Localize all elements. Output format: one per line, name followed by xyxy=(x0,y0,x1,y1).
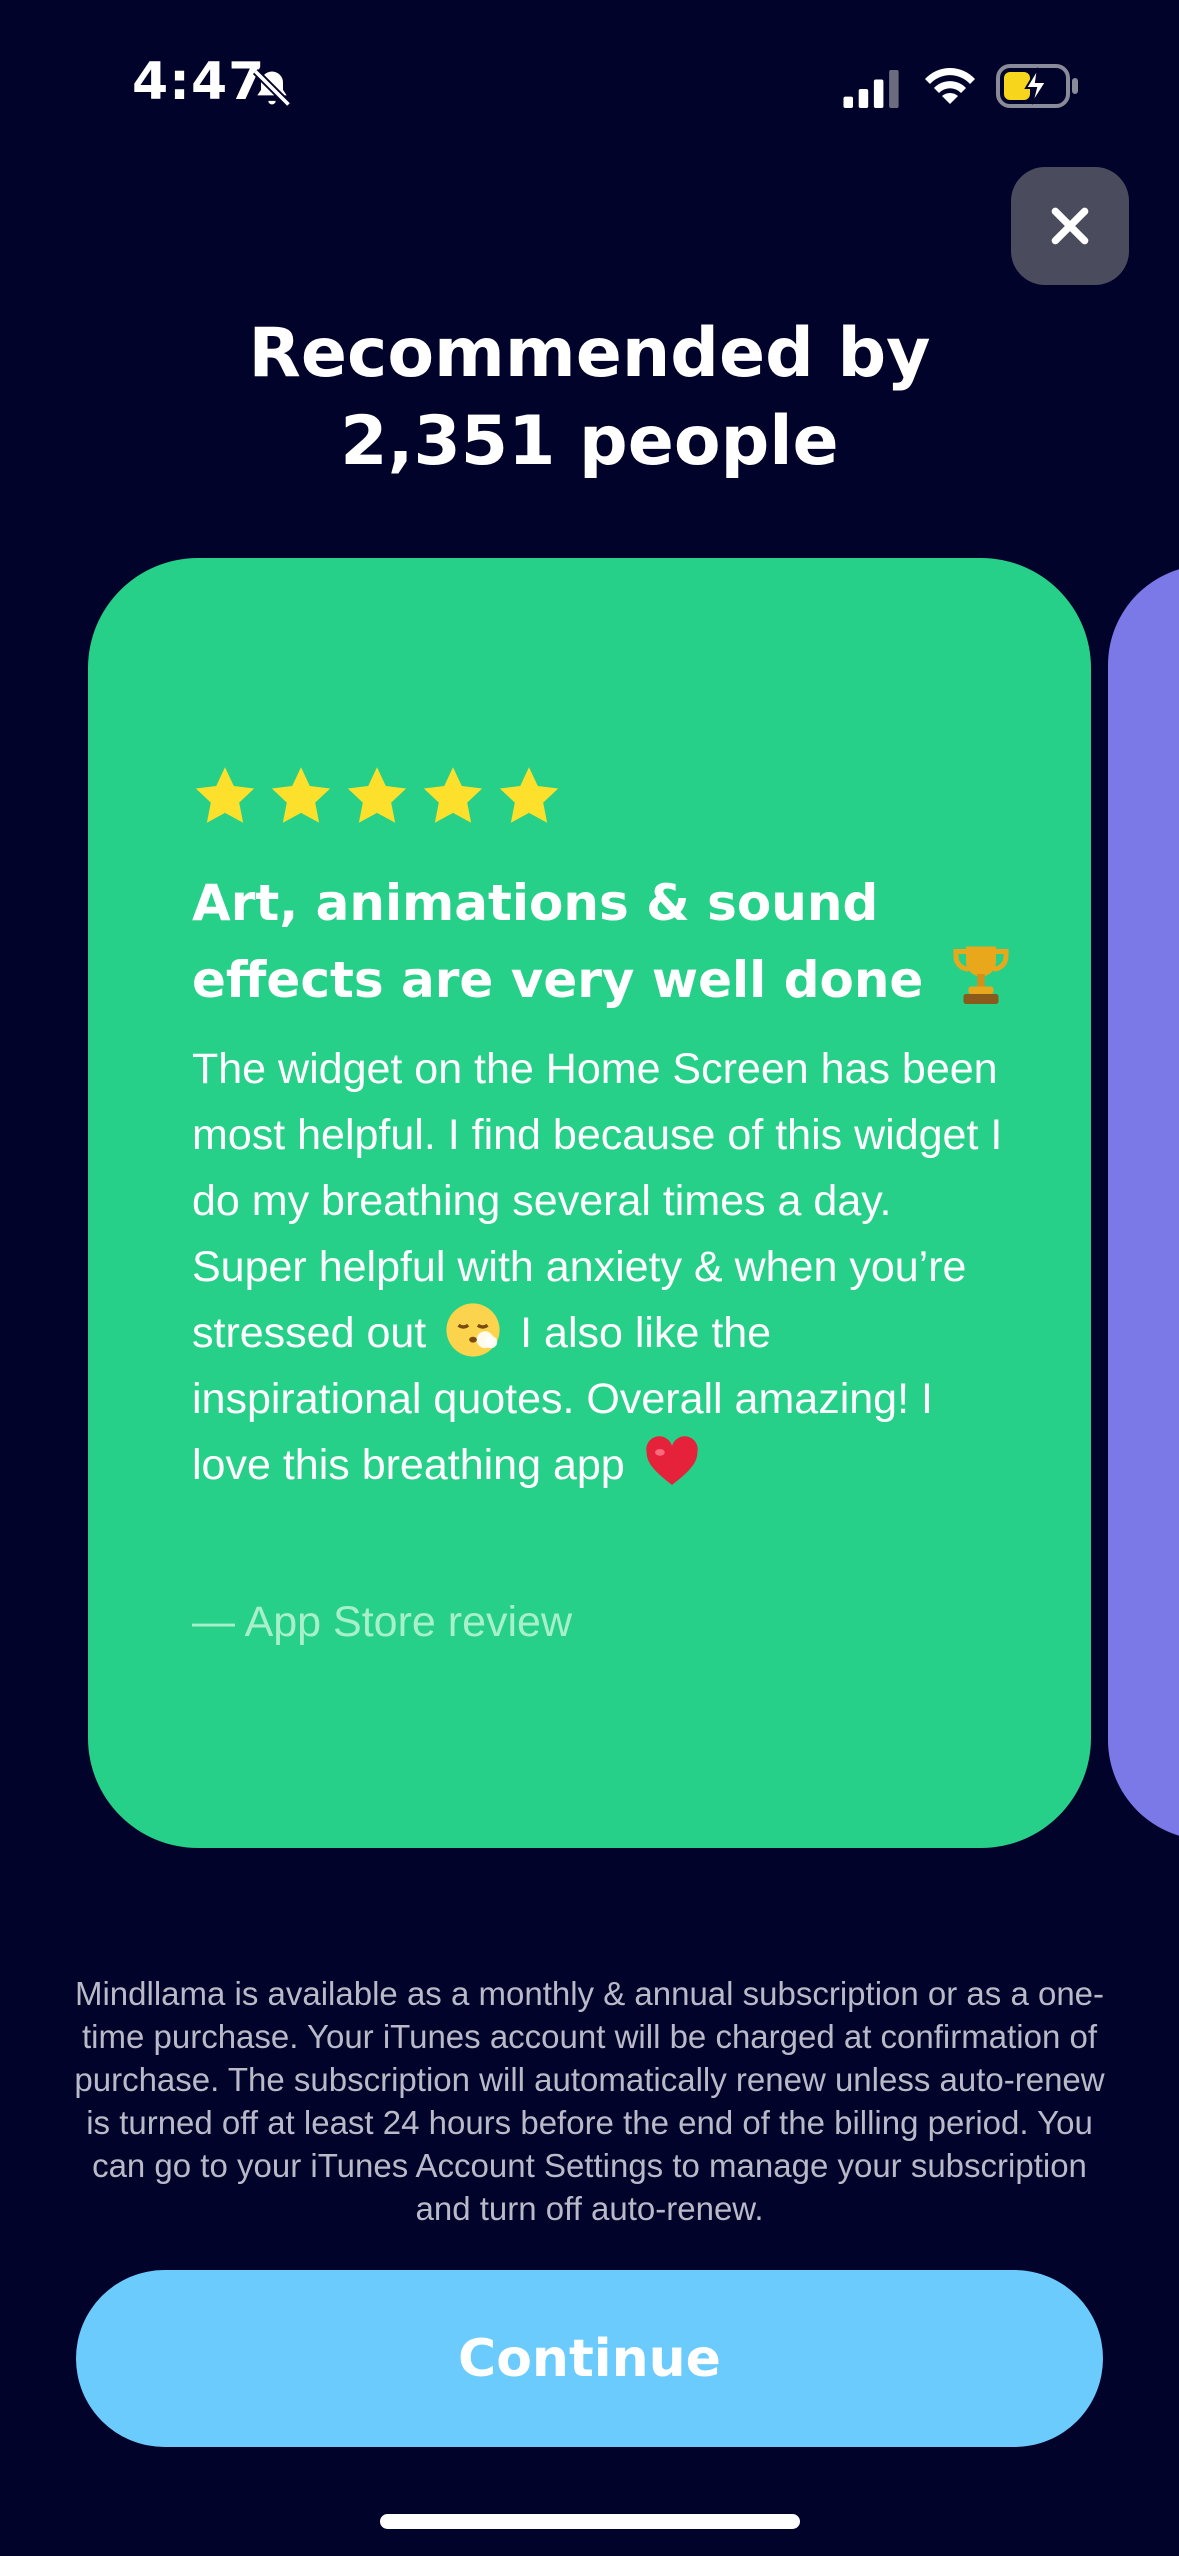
signal-icon xyxy=(843,70,899,108)
home-indicator[interactable] xyxy=(380,2514,800,2529)
subscription-screen: 4:47 Recommended by 2,351 people Art, an… xyxy=(0,0,1179,2556)
wifi-icon xyxy=(925,68,975,104)
review-card[interactable]: Art, animations & sound effects are very… xyxy=(88,558,1091,1848)
close-icon xyxy=(1051,207,1089,245)
subscription-legal-text: Mindllama is available as a monthly & an… xyxy=(74,1975,1105,2227)
page-title-line-2: 2,351 people xyxy=(340,402,839,481)
continue-button[interactable]: Continue xyxy=(76,2270,1103,2447)
status-bar: 4:47 xyxy=(0,0,1179,170)
review-title-text: Art, animations & sound effects are very… xyxy=(192,874,941,1009)
relieved-face-icon xyxy=(446,1303,500,1357)
star-icon xyxy=(423,767,483,823)
page-title: Recommended by 2,351 people xyxy=(0,310,1179,486)
star-icon xyxy=(499,767,559,823)
star-rating xyxy=(191,763,563,831)
close-button[interactable] xyxy=(1011,167,1129,285)
trophy-icon xyxy=(953,946,1009,1004)
next-review-card[interactable] xyxy=(1108,565,1179,1840)
battery-charging-icon xyxy=(996,64,1078,108)
review-body: The widget on the Home Screen has been m… xyxy=(192,1036,1012,1498)
star-icon xyxy=(195,767,255,823)
review-body-paragraph-1: The widget on the Home Screen has been m… xyxy=(192,1045,1003,1225)
star-icon xyxy=(271,767,331,823)
status-time: 4:47 xyxy=(132,52,266,112)
review-body-paragraph-2: Super helpful with anxiety & when you’re… xyxy=(192,1234,1012,1498)
red-heart-icon xyxy=(645,1436,698,1485)
review-title: Art, animations & sound effects are very… xyxy=(192,866,1012,1018)
bell-slash-icon xyxy=(252,68,292,108)
star-icon xyxy=(347,767,407,823)
review-source: — App Store review xyxy=(192,1598,573,1646)
page-title-line-1: Recommended by xyxy=(248,314,931,393)
